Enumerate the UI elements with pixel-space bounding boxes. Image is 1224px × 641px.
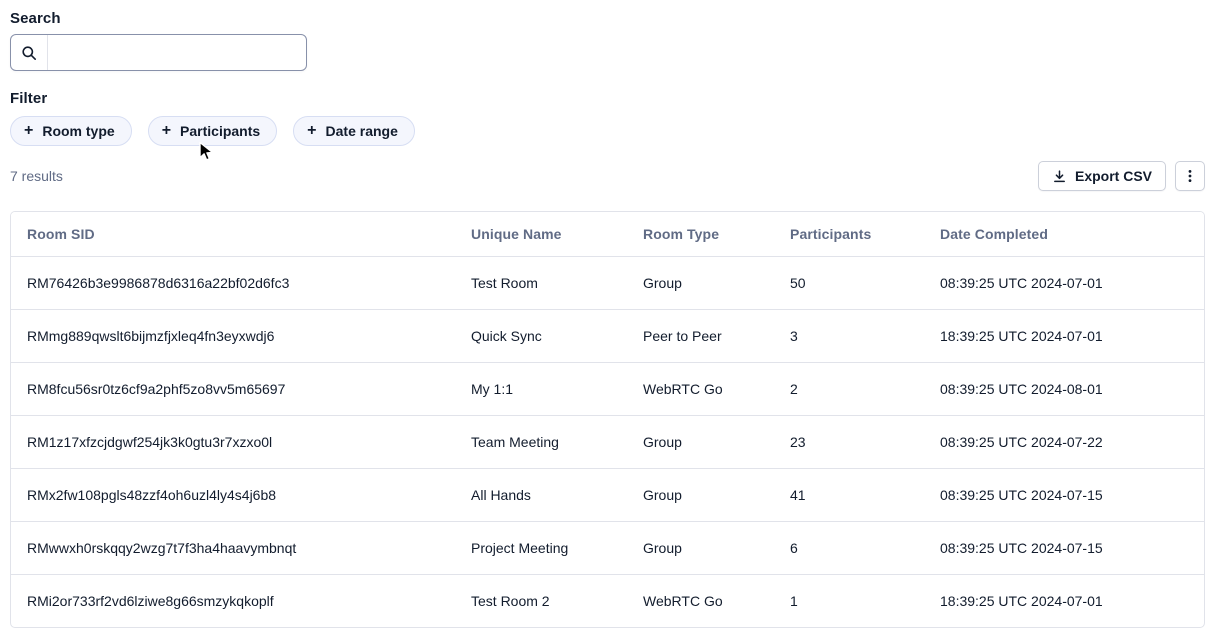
- cell-room-sid: RM8fcu56sr0tz6cf9a2phf5zo8vv5m65697: [11, 363, 455, 416]
- cell-room-type: WebRTC Go: [627, 363, 774, 416]
- cell-participants: 41: [774, 469, 924, 522]
- cell-room-sid: RMi2or733rf2vd6lziwe8g66smzykqkoplf: [11, 575, 455, 628]
- search-icon: [11, 35, 48, 70]
- cell-room-sid: RMmg889qwslt6bijmzfjxleq4fn3eyxwdj6: [11, 310, 455, 363]
- toolbar-actions: Export CSV: [1038, 161, 1205, 191]
- cell-room-sid: RMwwxh0rskqqy2wzg7t7f3ha4haavymbnqt: [11, 522, 455, 575]
- cell-participants: 50: [774, 257, 924, 310]
- search-label: Search: [10, 10, 1224, 27]
- cell-date-completed: 08:39:25 UTC 2024-08-01: [924, 363, 1204, 416]
- cell-room-sid: RMx2fw108pgls48zzf4oh6uzl4ly4s4j6b8: [11, 469, 455, 522]
- export-csv-button[interactable]: Export CSV: [1038, 161, 1166, 191]
- table-row[interactable]: RMwwxh0rskqqy2wzg7t7f3ha4haavymbnqt Proj…: [11, 522, 1204, 575]
- cell-participants: 1: [774, 575, 924, 628]
- cell-room-sid: RM1z17xfzcjdgwf254jk3k0gtu3r7xzxo0l: [11, 416, 455, 469]
- plus-icon: +: [162, 123, 171, 139]
- cell-room-type: Group: [627, 522, 774, 575]
- cell-participants: 3: [774, 310, 924, 363]
- filter-chip-row: + Room type + Participants + Date range: [10, 116, 1224, 146]
- table-row[interactable]: RM8fcu56sr0tz6cf9a2phf5zo8vv5m65697 My 1…: [11, 363, 1204, 416]
- cell-participants: 23: [774, 416, 924, 469]
- table-row[interactable]: RMmg889qwslt6bijmzfjxleq4fn3eyxwdj6 Quic…: [11, 310, 1204, 363]
- filter-chip-label: Date range: [326, 123, 398, 139]
- table-header-row: Room SID Unique Name Room Type Participa…: [11, 212, 1204, 257]
- video-rooms-log-page: Search Filter + Room type + Participants…: [0, 0, 1224, 628]
- cell-unique-name: Project Meeting: [455, 522, 627, 575]
- cell-date-completed: 18:39:25 UTC 2024-07-01: [924, 575, 1204, 628]
- cell-date-completed: 08:39:25 UTC 2024-07-15: [924, 469, 1204, 522]
- cell-unique-name: Team Meeting: [455, 416, 627, 469]
- search-input[interactable]: [48, 35, 306, 70]
- filter-chip-date-range[interactable]: + Date range: [293, 116, 415, 146]
- cell-room-type: Group: [627, 469, 774, 522]
- plus-icon: +: [307, 123, 316, 139]
- column-header-participants: Participants: [774, 212, 924, 257]
- search-box: [10, 34, 307, 71]
- export-csv-label: Export CSV: [1075, 168, 1152, 184]
- rooms-table: Room SID Unique Name Room Type Participa…: [10, 211, 1205, 628]
- filter-chip-participants[interactable]: + Participants: [148, 116, 277, 146]
- kebab-menu-icon: [1182, 168, 1198, 184]
- table-row[interactable]: RMi2or733rf2vd6lziwe8g66smzykqkoplf Test…: [11, 575, 1204, 628]
- filter-chip-room-type[interactable]: + Room type: [10, 116, 132, 146]
- table-row[interactable]: RM76426b3e9986878d6316a22bf02d6fc3 Test …: [11, 257, 1204, 310]
- column-header-unique-name: Unique Name: [455, 212, 627, 257]
- filter-chip-label: Room type: [42, 123, 114, 139]
- column-header-room-type: Room Type: [627, 212, 774, 257]
- table-toolbar: 7 results Export CSV: [10, 161, 1205, 191]
- cell-unique-name: My 1:1: [455, 363, 627, 416]
- cell-unique-name: Test Room 2: [455, 575, 627, 628]
- column-header-room-sid: Room SID: [11, 212, 455, 257]
- table-row[interactable]: RM1z17xfzcjdgwf254jk3k0gtu3r7xzxo0l Team…: [11, 416, 1204, 469]
- cell-unique-name: Quick Sync: [455, 310, 627, 363]
- results-count: 7 results: [10, 168, 63, 184]
- cell-date-completed: 18:39:25 UTC 2024-07-01: [924, 310, 1204, 363]
- cell-room-sid: RM76426b3e9986878d6316a22bf02d6fc3: [11, 257, 455, 310]
- cell-date-completed: 08:39:25 UTC 2024-07-22: [924, 416, 1204, 469]
- download-icon: [1052, 169, 1067, 184]
- cell-room-type: Peer to Peer: [627, 310, 774, 363]
- cell-room-type: Group: [627, 416, 774, 469]
- cell-room-type: WebRTC Go: [627, 575, 774, 628]
- cell-participants: 6: [774, 522, 924, 575]
- cell-participants: 2: [774, 363, 924, 416]
- plus-icon: +: [24, 123, 33, 139]
- filter-chip-label: Participants: [180, 123, 260, 139]
- more-options-button[interactable]: [1175, 161, 1205, 191]
- table-row[interactable]: RMx2fw108pgls48zzf4oh6uzl4ly4s4j6b8 All …: [11, 469, 1204, 522]
- cell-room-type: Group: [627, 257, 774, 310]
- cell-date-completed: 08:39:25 UTC 2024-07-15: [924, 522, 1204, 575]
- cell-unique-name: All Hands: [455, 469, 627, 522]
- cell-unique-name: Test Room: [455, 257, 627, 310]
- cell-date-completed: 08:39:25 UTC 2024-07-01: [924, 257, 1204, 310]
- filter-label: Filter: [10, 90, 1224, 107]
- column-header-date-completed: Date Completed: [924, 212, 1204, 257]
